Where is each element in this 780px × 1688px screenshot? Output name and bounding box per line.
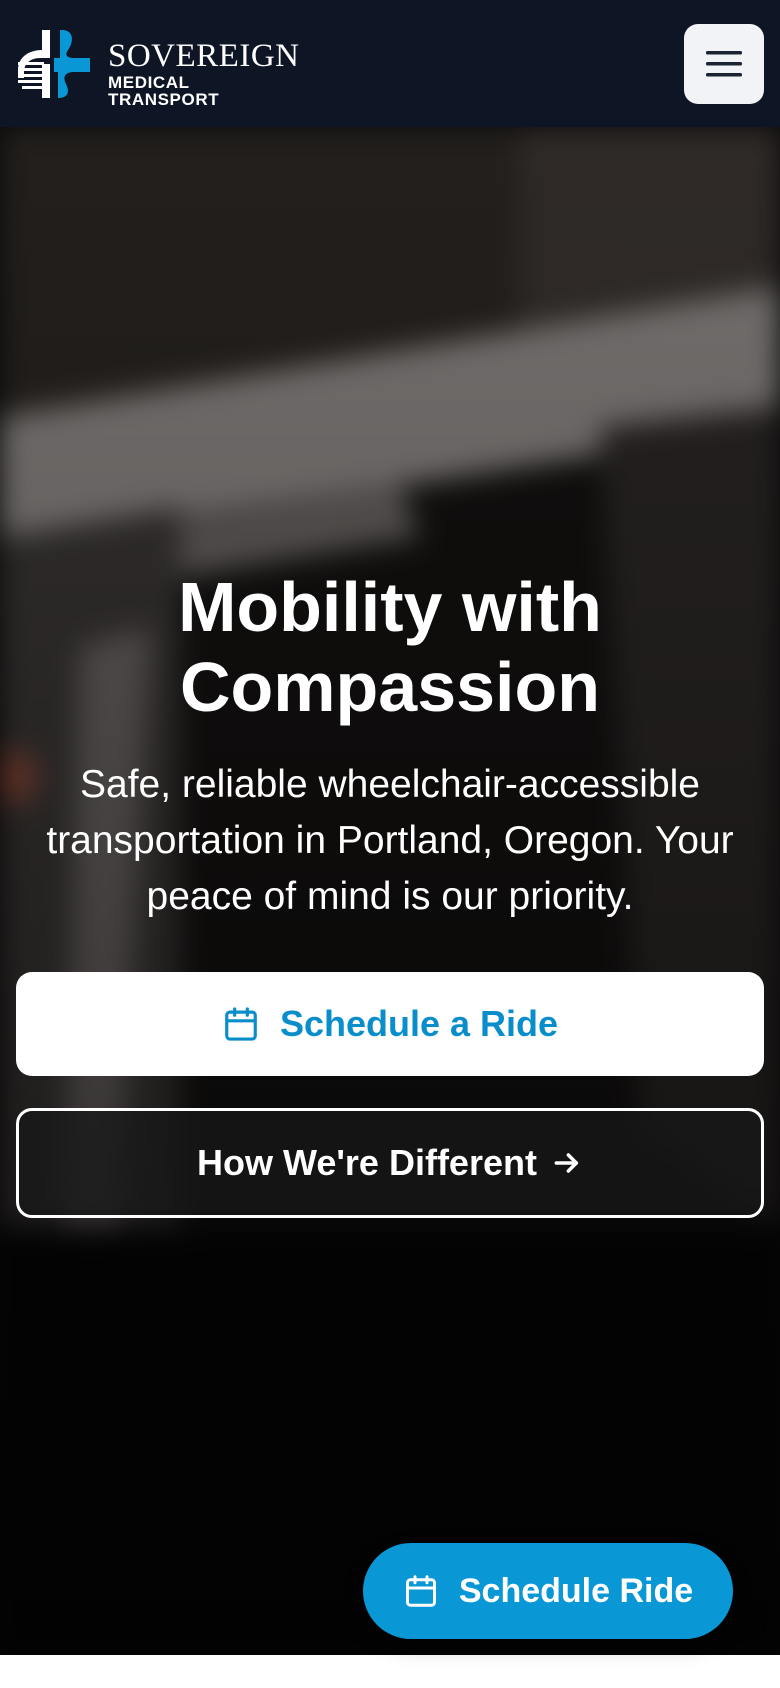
brand-name: SOVEREIGN — [108, 38, 300, 74]
logo-mark-icon — [18, 30, 90, 98]
how-different-label: How We're Different — [197, 1142, 537, 1183]
brand-tagline: MEDICAL TRANSPORT — [108, 73, 220, 109]
hero-content: Mobility with Compassion Safe, reliable … — [0, 127, 780, 1655]
floating-schedule-ride-label: Schedule Ride — [458, 1571, 694, 1610]
hamburger-menu-icon — [706, 51, 742, 77]
calendar-icon — [225, 1007, 257, 1041]
site-header: SOVEREIGN MEDICAL TRANSPORT — [0, 0, 780, 127]
hero-title: Mobility with Compassion — [178, 568, 602, 726]
hero-subtitle: Safe, reliable wheelchair-accessible tra… — [46, 763, 734, 918]
brand-logo[interactable]: SOVEREIGN MEDICAL TRANSPORT — [18, 26, 300, 108]
hero-section: Mobility with Compassion Safe, reliable … — [0, 127, 780, 1655]
floating-schedule-ride-button[interactable]: Schedule Ride — [363, 1543, 733, 1639]
how-different-button[interactable]: How We're Different — [16, 1108, 764, 1218]
schedule-ride-label: Schedule a Ride — [279, 1003, 559, 1044]
schedule-ride-button[interactable]: Schedule a Ride — [16, 972, 764, 1076]
arrow-right-icon — [554, 1153, 579, 1173]
menu-button[interactable] — [684, 24, 764, 104]
calendar-icon — [405, 1575, 436, 1607]
